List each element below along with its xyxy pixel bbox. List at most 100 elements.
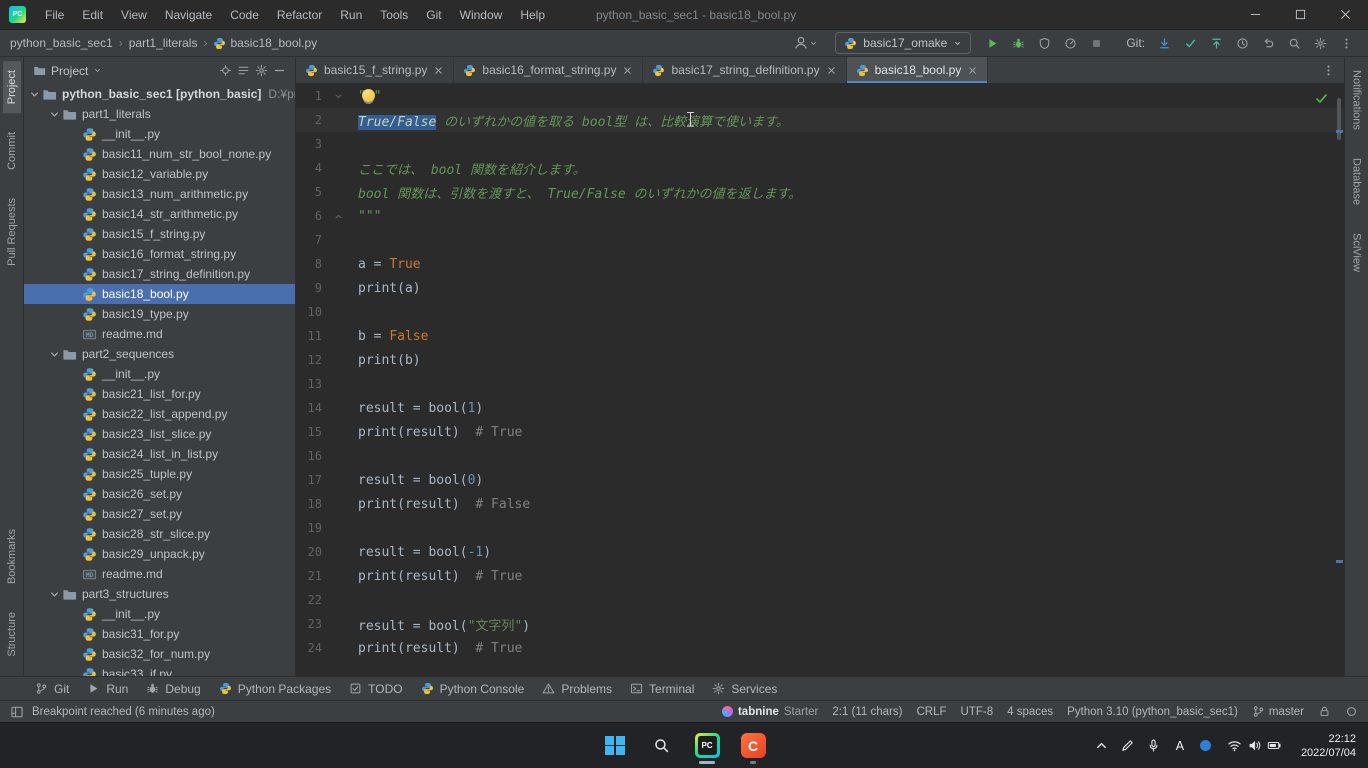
project-file-readme.md[interactable]: MDreadme.md [24, 324, 295, 344]
toolwindow-python-console[interactable]: Python Console [412, 677, 534, 700]
code-line-5[interactable]: 5bool 関数は、引数を渡すと、 True/False のいずれかの値を返しま… [296, 180, 1344, 204]
code-line-8[interactable]: 8a = True [296, 252, 1344, 276]
code-line-7[interactable]: 7 [296, 228, 1344, 252]
error-stripe-selection-mark[interactable] [1336, 130, 1343, 133]
breadcrumb-item-part1_literals[interactable]: part1_literals [129, 36, 198, 50]
search-everywhere-button[interactable] [1282, 31, 1306, 55]
project-file-basic32_for_num.py[interactable]: basic32_for_num.py [24, 644, 295, 664]
run-configuration-selector[interactable]: basic17_omake [835, 32, 971, 54]
chevron-down-icon[interactable] [93, 66, 102, 75]
minimize-button[interactable] [1233, 0, 1278, 29]
code-line-17[interactable]: 17result = bool(0) [296, 468, 1344, 492]
code-line-12[interactable]: 12print(b) [296, 348, 1344, 372]
taskbar-pycharm-button[interactable]: PC [687, 726, 727, 766]
breadcrumb-item-basic18_bool.py[interactable]: basic18_bool.py [213, 36, 317, 50]
code-line-13[interactable]: 13 [296, 372, 1344, 396]
menu-window[interactable]: Window [451, 0, 512, 30]
commit-button[interactable] [1178, 31, 1202, 55]
git-branch-widget[interactable]: master [1252, 705, 1304, 718]
collapse-all-icon[interactable] [237, 64, 250, 77]
maximize-button[interactable] [1278, 0, 1323, 29]
menu-navigate[interactable]: Navigate [156, 0, 221, 30]
project-file-basic17_string_definition.py[interactable]: basic17_string_definition.py [24, 264, 295, 284]
close-tab-icon[interactable] [622, 65, 633, 76]
line-separator-widget[interactable]: CRLF [916, 706, 946, 718]
project-file-basic14_str_arithmetic.py[interactable]: basic14_str_arithmetic.py [24, 204, 295, 224]
menu-edit[interactable]: Edit [73, 0, 112, 30]
toolwindow-python-packages[interactable]: Python Packages [210, 677, 340, 700]
code-line-9[interactable]: 9print(a) [296, 276, 1344, 300]
history-button[interactable] [1230, 31, 1254, 55]
code-line-14[interactable]: 14result = bool(1) [296, 396, 1344, 420]
close-tab-icon[interactable] [826, 65, 837, 76]
project-file-readme.md[interactable]: MDreadme.md [24, 564, 295, 584]
menu-git[interactable]: Git [417, 0, 450, 30]
project-file-basic15_f_string.py[interactable]: basic15_f_string.py [24, 224, 295, 244]
coverage-button[interactable] [1032, 31, 1056, 55]
project-file-basic28_str_slice.py[interactable]: basic28_str_slice.py [24, 524, 295, 544]
code-line-24[interactable]: 24print(result) # True [296, 636, 1344, 660]
close-tab-icon[interactable] [433, 65, 444, 76]
fold-marker-icon[interactable] [333, 91, 344, 102]
indent-widget[interactable]: 4 spaces [1007, 706, 1053, 718]
intention-bulb-icon[interactable] [362, 89, 375, 102]
taskbar-clock[interactable]: 22:12 2022/07/04 [1301, 732, 1356, 760]
close-button[interactable] [1323, 0, 1368, 29]
tray-mic-button[interactable] [1142, 730, 1166, 762]
push-button[interactable] [1204, 31, 1228, 55]
project-file-basic23_list_slice.py[interactable]: basic23_list_slice.py [24, 424, 295, 444]
windows-start-button[interactable] [595, 726, 635, 766]
toolwindow-button-structure[interactable]: Structure [3, 603, 21, 666]
toolwindow-button-commit[interactable]: Commit [3, 123, 21, 179]
tree-expand-icon[interactable] [48, 108, 61, 121]
code-line-15[interactable]: 15print(result) # True [296, 420, 1344, 444]
code-editor[interactable]: 1"""2True/False のいずれかの値を取る bool型 は、比較演算で… [296, 84, 1344, 676]
rollback-button[interactable] [1256, 31, 1280, 55]
menu-refactor[interactable]: Refactor [268, 0, 331, 30]
project-file-basic25_tuple.py[interactable]: basic25_tuple.py [24, 464, 295, 484]
project-file-basic27_set.py[interactable]: basic27_set.py [24, 504, 295, 524]
project-file-basic22_list_append.py[interactable]: basic22_list_append.py [24, 404, 295, 424]
tree-expand-icon[interactable] [28, 88, 41, 101]
project-file-basic18_bool.py[interactable]: basic18_bool.py [24, 284, 295, 304]
update-project-button[interactable] [1152, 31, 1176, 55]
toolwindow-quick-access-icon[interactable] [10, 705, 24, 719]
project-file-__init__.py[interactable]: __init__.py [24, 364, 295, 384]
code-line-16[interactable]: 16 [296, 444, 1344, 468]
menu-tools[interactable]: Tools [371, 0, 417, 30]
editor-tab-basic17_string_definition.py[interactable]: basic17_string_definition.py [643, 57, 846, 83]
inspections-ok-icon[interactable] [1314, 91, 1329, 106]
run-button[interactable] [980, 31, 1004, 55]
project-file-basic33_if.py[interactable]: basic33_if.py [24, 664, 295, 676]
code-line-21[interactable]: 21print(result) # True [296, 564, 1344, 588]
project-file-basic16_format_string.py[interactable]: basic16_format_string.py [24, 244, 295, 264]
breadcrumb-item-python_basic_sec1[interactable]: python_basic_sec1 [10, 36, 113, 50]
code-line-4[interactable]: 4ここでは、 bool 関数を紹介します。 [296, 156, 1344, 180]
project-file-basic31_for.py[interactable]: basic31_for.py [24, 624, 295, 644]
menu-run[interactable]: Run [331, 0, 371, 30]
windows-search-button[interactable] [641, 726, 681, 766]
interpreter-widget[interactable]: Python 3.10 (python_basic_sec1) [1067, 706, 1238, 718]
settings-button[interactable] [1308, 31, 1332, 55]
tray-app-button[interactable] [1194, 730, 1218, 762]
toolwindow-button-pull-requests[interactable]: Pull Requests [3, 189, 21, 275]
toolwindow-button-database[interactable]: Database [1348, 149, 1366, 214]
select-opened-file-icon[interactable] [219, 64, 232, 77]
toolwindow-git[interactable]: Git [26, 677, 78, 700]
project-file-__init__.py[interactable]: __init__.py [24, 124, 295, 144]
code-line-18[interactable]: 18print(result) # False [296, 492, 1344, 516]
stop-button[interactable] [1084, 31, 1108, 55]
tree-expand-icon[interactable] [48, 588, 61, 601]
project-file-basic19_type.py[interactable]: basic19_type.py [24, 304, 295, 324]
menu-view[interactable]: View [112, 0, 156, 30]
tab-options-button[interactable] [1316, 58, 1340, 82]
code-line-1[interactable]: 1""" [296, 84, 1344, 108]
editor-tab-basic18_bool.py[interactable]: basic18_bool.py [847, 57, 989, 83]
project-file-basic12_variable.py[interactable]: basic12_variable.py [24, 164, 295, 184]
toolwindow-button-bookmarks[interactable]: Bookmarks [3, 520, 21, 593]
project-file-part2_sequences[interactable]: part2_sequences [24, 344, 295, 364]
toolwindow-terminal[interactable]: Terminal [621, 677, 703, 700]
lock-icon[interactable] [1318, 705, 1331, 718]
code-line-22[interactable]: 22 [296, 588, 1344, 612]
code-with-me-button[interactable] [790, 31, 821, 55]
